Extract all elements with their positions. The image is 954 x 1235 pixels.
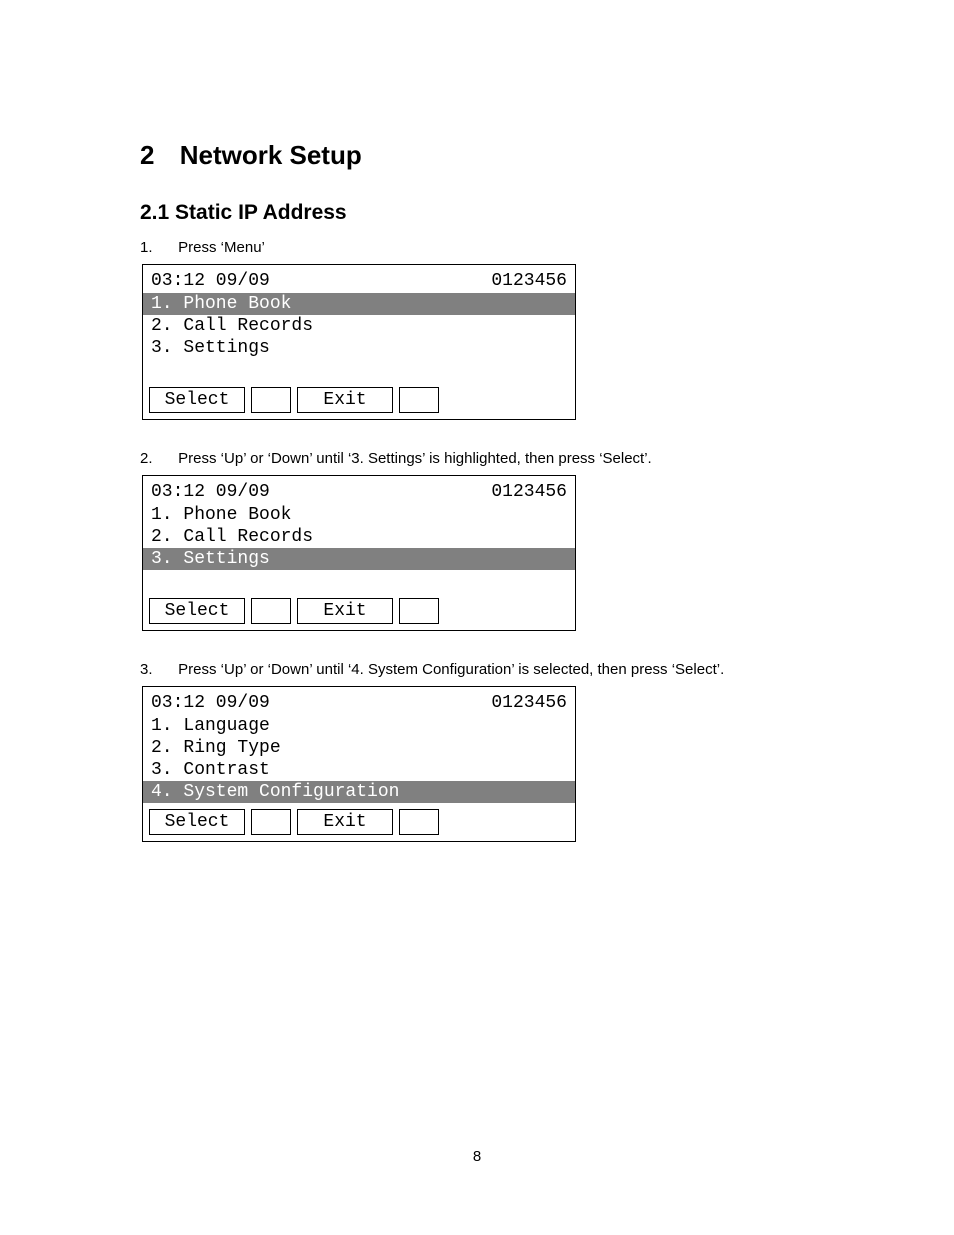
screen-time: 03:12 09/09 [151, 271, 270, 291]
chapter-heading: 2 Network Setup [140, 140, 814, 171]
menu-item: 2. Ring Type [143, 737, 575, 759]
section-heading: 2.1 Static IP Address [140, 201, 814, 225]
screen-menu: 1. Phone Book 2. Call Records 3. Setting… [143, 293, 575, 359]
screen-header: 03:12 09/09 0123456 [143, 476, 575, 504]
softkey-exit: Exit [297, 809, 393, 835]
chapter-title: Network Setup [180, 140, 362, 170]
softkey-exit: Exit [297, 387, 393, 413]
softkey-blank [399, 387, 439, 413]
screen-number: 0123456 [491, 482, 567, 502]
step: 3. Press ‘Up’ or ‘Down’ until ‘4. System… [140, 661, 814, 678]
menu-item: 1. Phone Book [143, 504, 575, 526]
menu-item: 3. Contrast [143, 759, 575, 781]
softkey-blank [399, 809, 439, 835]
screen-menu: 1. Phone Book 2. Call Records 3. Setting… [143, 504, 575, 570]
softkeys: Select Exit [143, 803, 575, 841]
screen-number: 0123456 [491, 693, 567, 713]
step-text: Press ‘Menu’ [178, 239, 265, 256]
softkey-blank [399, 598, 439, 624]
softkey-exit: Exit [297, 598, 393, 624]
chapter-number: 2 [140, 140, 154, 171]
screen-menu: 1. Language 2. Ring Type 3. Contrast 4. … [143, 715, 575, 803]
phone-screen: 03:12 09/09 0123456 1. Language 2. Ring … [142, 686, 576, 842]
menu-item: 4. System Configuration [143, 781, 575, 803]
page: 2 Network Setup 2.1 Static IP Address 1.… [0, 0, 954, 1235]
step: 1. Press ‘Menu’ [140, 239, 814, 256]
menu-item: 3. Settings [143, 548, 575, 570]
softkey-blank [251, 809, 291, 835]
screen-time: 03:12 09/09 [151, 482, 270, 502]
screen-header: 03:12 09/09 0123456 [143, 687, 575, 715]
screen-header: 03:12 09/09 0123456 [143, 265, 575, 293]
step-number: 1. [140, 239, 174, 256]
menu-item: 2. Call Records [143, 526, 575, 548]
menu-item: 1. Language [143, 715, 575, 737]
spacer [143, 570, 575, 598]
softkeys: Select Exit [143, 598, 575, 630]
softkey-select: Select [149, 809, 245, 835]
menu-item: 3. Settings [143, 337, 575, 359]
phone-screen: 03:12 09/09 0123456 1. Phone Book 2. Cal… [142, 264, 576, 420]
step-text: Press ‘Up’ or ‘Down’ until ‘3. Settings’… [178, 450, 652, 467]
spacer [143, 359, 575, 387]
screen-time: 03:12 09/09 [151, 693, 270, 713]
phone-screen: 03:12 09/09 0123456 1. Phone Book 2. Cal… [142, 475, 576, 631]
softkey-select: Select [149, 387, 245, 413]
softkeys: Select Exit [143, 387, 575, 419]
section-title: Static IP Address [175, 201, 347, 224]
menu-item: 2. Call Records [143, 315, 575, 337]
softkey-blank [251, 387, 291, 413]
menu-item: 1. Phone Book [143, 293, 575, 315]
screen-number: 0123456 [491, 271, 567, 291]
page-number: 8 [0, 1148, 954, 1165]
softkey-blank [251, 598, 291, 624]
step: 2. Press ‘Up’ or ‘Down’ until ‘3. Settin… [140, 450, 814, 467]
step-text: Press ‘Up’ or ‘Down’ until ‘4. System Co… [178, 661, 724, 678]
softkey-select: Select [149, 598, 245, 624]
section-number: 2.1 [140, 201, 169, 224]
step-number: 3. [140, 661, 174, 678]
step-number: 2. [140, 450, 174, 467]
